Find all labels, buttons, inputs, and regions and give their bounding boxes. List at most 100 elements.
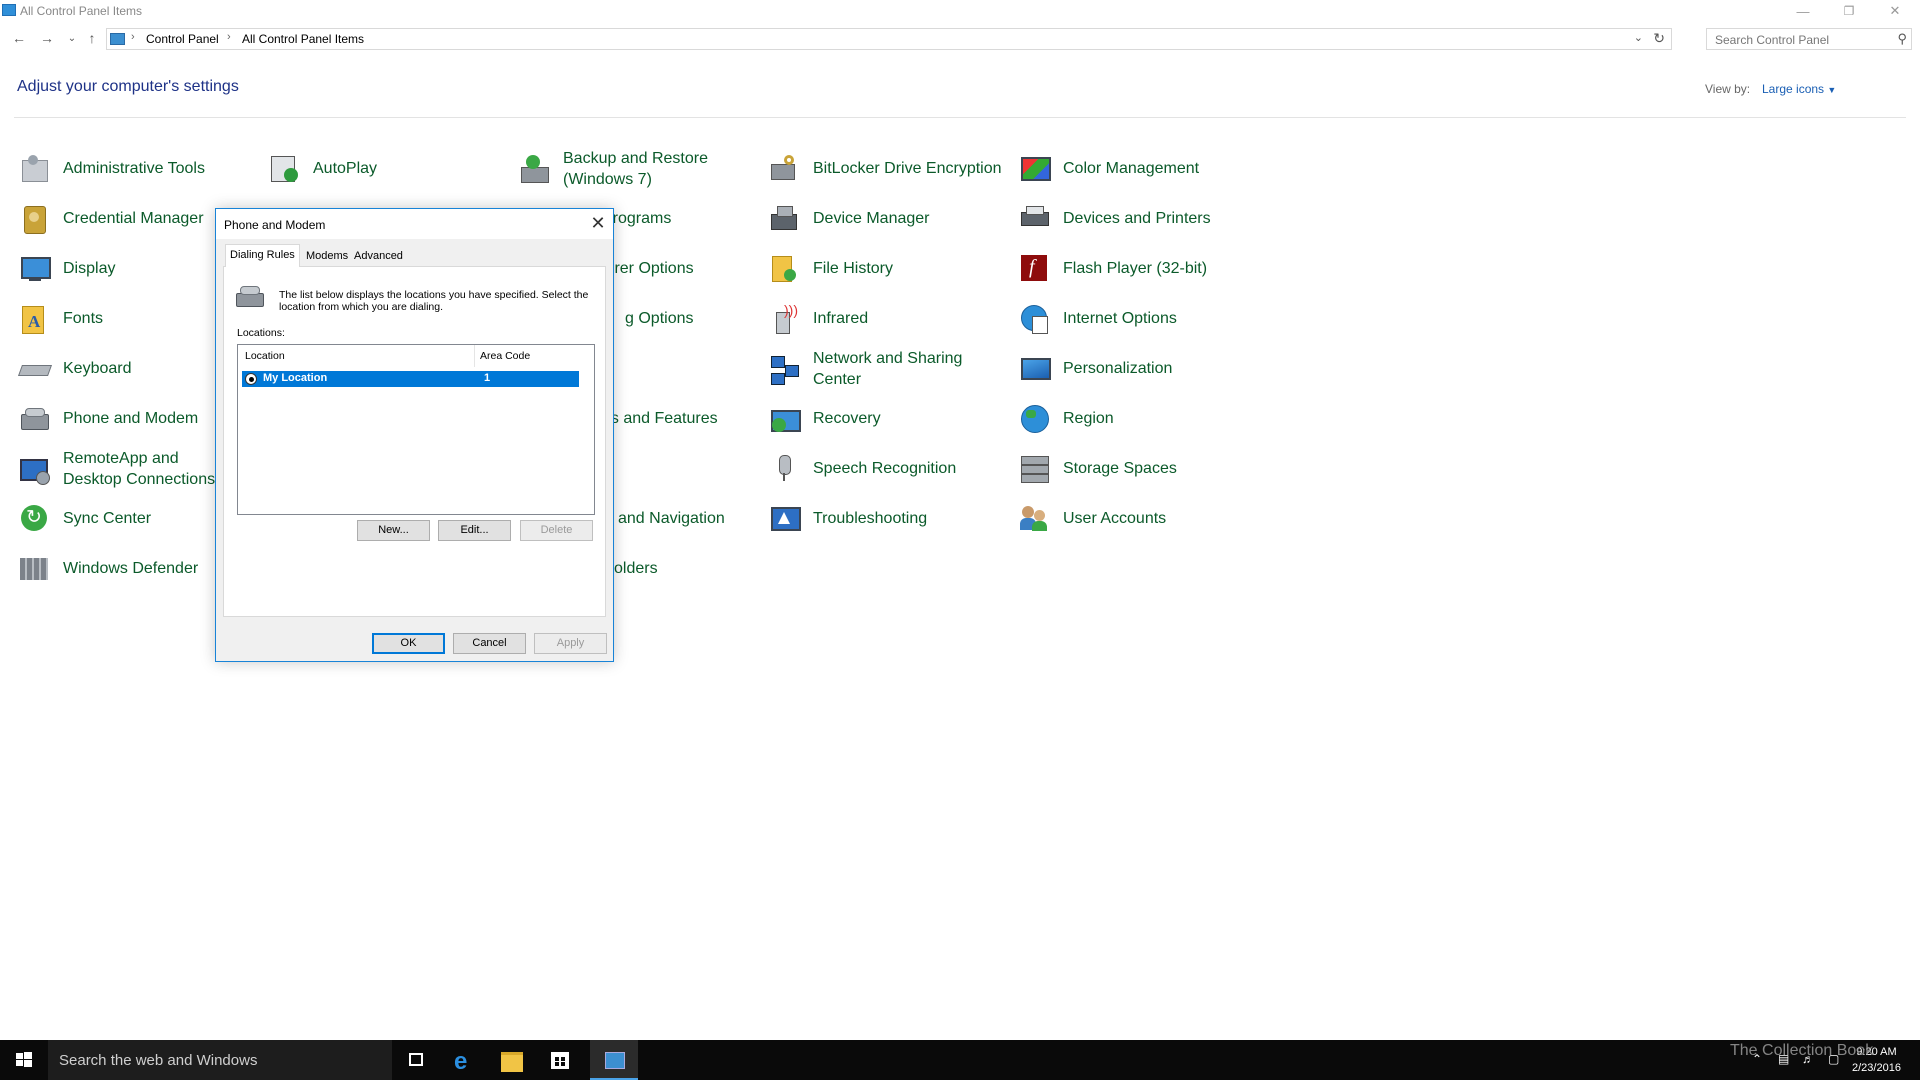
item-troubleshooting[interactable]: Troubleshooting xyxy=(768,498,927,538)
user-accounts-icon xyxy=(1018,502,1050,534)
delete-button[interactable]: Delete xyxy=(520,520,593,541)
item-administrative-tools[interactable]: Administrative Tools xyxy=(18,148,205,188)
apply-button[interactable]: Apply xyxy=(534,633,607,654)
address-bar[interactable]: › Control Panel › All Control Panel Item… xyxy=(106,28,1672,50)
breadcrumb-separator-icon: › xyxy=(131,31,135,43)
item-phone-and-modem[interactable]: Phone and Modem xyxy=(18,398,198,438)
troubleshooting-icon xyxy=(768,502,801,534)
administrative-tools-icon xyxy=(18,152,50,184)
item-user-accounts[interactable]: User Accounts xyxy=(1018,498,1166,538)
dialog-close-icon[interactable]: ✕ xyxy=(587,212,609,234)
phone-modem-dialog: Phone and Modem ✕ Dialing Rules Modems A… xyxy=(215,208,614,662)
item-region[interactable]: Region xyxy=(1018,398,1114,438)
file-explorer-icon[interactable] xyxy=(488,1040,536,1080)
column-header-location[interactable]: Location xyxy=(245,345,285,367)
back-arrow-icon[interactable]: ← xyxy=(10,30,28,46)
cancel-button[interactable]: Cancel xyxy=(453,633,526,654)
close-button[interactable]: ✕ xyxy=(1872,0,1918,22)
view-by-value: Large icons xyxy=(1762,82,1825,96)
breadcrumb-control-panel[interactable]: Control Panel xyxy=(146,32,219,46)
window-title-bar: All Control Panel Items — ❐ ✕ xyxy=(0,0,1920,22)
item-taskbar-navigation[interactable]: and Navigation xyxy=(602,498,725,538)
item-windows-defender[interactable]: Windows Defender xyxy=(18,548,198,588)
windows-logo-icon xyxy=(16,1052,32,1067)
dialog-title: Phone and Modem xyxy=(224,218,326,232)
network-sharing-icon xyxy=(768,353,800,385)
minimize-button[interactable]: — xyxy=(1780,0,1826,22)
item-keyboard[interactable]: Keyboard xyxy=(17,348,132,388)
item-file-explorer-options[interactable]: lorer Options xyxy=(602,248,694,288)
recovery-icon xyxy=(768,402,801,434)
view-by-label: View by: xyxy=(1705,82,1751,96)
ok-button[interactable]: OK xyxy=(372,633,445,654)
item-backup-restore[interactable]: Backup and Restore (Windows 7) xyxy=(518,148,723,190)
item-programs-features[interactable]: ns and Features xyxy=(602,398,718,438)
item-devices-printers[interactable]: Devices and Printers xyxy=(1018,198,1211,238)
restore-button[interactable]: ❐ xyxy=(1826,0,1872,22)
column-divider xyxy=(474,345,475,367)
refresh-icon[interactable]: ↻ xyxy=(1653,30,1665,47)
tab-modems[interactable]: Modems xyxy=(302,247,352,265)
item-display[interactable]: Display xyxy=(18,248,115,288)
search-placeholder: Search Control Panel xyxy=(1715,33,1830,47)
item-fonts[interactable]: A Fonts xyxy=(18,298,103,338)
search-input[interactable]: Search Control Panel ⚲ xyxy=(1706,28,1912,50)
taskbar-search-box[interactable]: Search the web and Windows xyxy=(48,1040,392,1080)
selected-radio-icon[interactable] xyxy=(245,373,257,385)
table-row[interactable]: My Location 1 xyxy=(242,371,579,387)
item-bitlocker[interactable]: BitLocker Drive Encryption xyxy=(768,148,1002,188)
internet-options-icon xyxy=(1018,302,1050,334)
item-sync-center[interactable]: ↻ Sync Center xyxy=(18,498,151,538)
item-recovery[interactable]: Recovery xyxy=(768,398,881,438)
control-panel-icon xyxy=(110,33,125,45)
item-color-management[interactable]: Color Management xyxy=(1018,148,1199,188)
tab-dialing-rules[interactable]: Dialing Rules xyxy=(225,244,300,267)
view-by-dropdown[interactable]: Large icons ▼ xyxy=(1762,82,1836,96)
window-title: All Control Panel Items xyxy=(20,4,143,18)
color-management-icon xyxy=(1018,152,1051,184)
flash-player-icon: f xyxy=(1018,252,1050,284)
item-remoteapp[interactable]: RemoteApp and Desktop Connections xyxy=(18,448,218,490)
autoplay-icon xyxy=(268,152,300,184)
item-network-sharing[interactable]: Network and Sharing Center xyxy=(768,348,973,390)
task-view-icon[interactable] xyxy=(392,1040,440,1080)
item-personalization[interactable]: Personalization xyxy=(1018,348,1172,388)
start-button[interactable] xyxy=(0,1040,48,1080)
item-flash-player[interactable]: f Flash Player (32-bit) xyxy=(1018,248,1207,288)
search-icon[interactable]: ⚲ xyxy=(1897,31,1907,47)
watermark: The Collection Book xyxy=(1730,1042,1874,1059)
clock-date: 2/23/2016 xyxy=(1852,1062,1901,1074)
phone-modem-icon xyxy=(18,402,50,434)
control-panel-taskbar-button[interactable] xyxy=(590,1040,638,1080)
bitlocker-icon xyxy=(768,152,800,184)
item-credential-manager[interactable]: Credential Manager xyxy=(18,198,204,238)
locations-label: Locations: xyxy=(237,327,285,339)
taskbar: Search the web and Windows e ⌃ ▤ ♬ ▢ 9:2… xyxy=(0,1040,1920,1080)
forward-arrow-icon[interactable]: → xyxy=(38,30,56,46)
item-autoplay[interactable]: AutoPlay xyxy=(268,148,377,188)
item-internet-options[interactable]: Internet Options xyxy=(1018,298,1177,338)
item-indexing-options[interactable]: g Options xyxy=(602,298,693,338)
column-header-area-code[interactable]: Area Code xyxy=(480,345,530,367)
up-arrow-icon[interactable]: ↑ xyxy=(83,30,101,46)
recent-locations-chevron-icon[interactable]: ⌄ xyxy=(63,33,81,44)
item-speech-recognition[interactable]: Speech Recognition xyxy=(768,448,956,488)
backup-restore-icon xyxy=(518,153,550,185)
sync-center-icon: ↻ xyxy=(18,502,50,534)
item-storage-spaces[interactable]: Storage Spaces xyxy=(1018,448,1177,488)
tab-advanced[interactable]: Advanced xyxy=(350,247,407,265)
item-file-history[interactable]: File History xyxy=(768,248,893,288)
locations-list[interactable]: Location Area Code My Location 1 xyxy=(237,344,595,515)
item-device-manager[interactable]: Device Manager xyxy=(768,198,930,238)
phone-icon xyxy=(234,283,264,307)
edit-button[interactable]: Edit... xyxy=(438,520,511,541)
infrared-icon: ))) xyxy=(768,302,800,334)
new-button[interactable]: New... xyxy=(357,520,430,541)
address-dropdown-icon[interactable]: ⌄ xyxy=(1634,31,1643,44)
breadcrumb-all-items[interactable]: All Control Panel Items xyxy=(242,32,364,46)
device-manager-icon xyxy=(768,202,800,234)
store-icon[interactable] xyxy=(536,1040,584,1080)
item-infrared[interactable]: ))) Infrared xyxy=(768,298,868,338)
dialog-title-bar: Phone and Modem ✕ xyxy=(216,209,613,239)
edge-browser-icon[interactable]: e xyxy=(440,1040,488,1080)
